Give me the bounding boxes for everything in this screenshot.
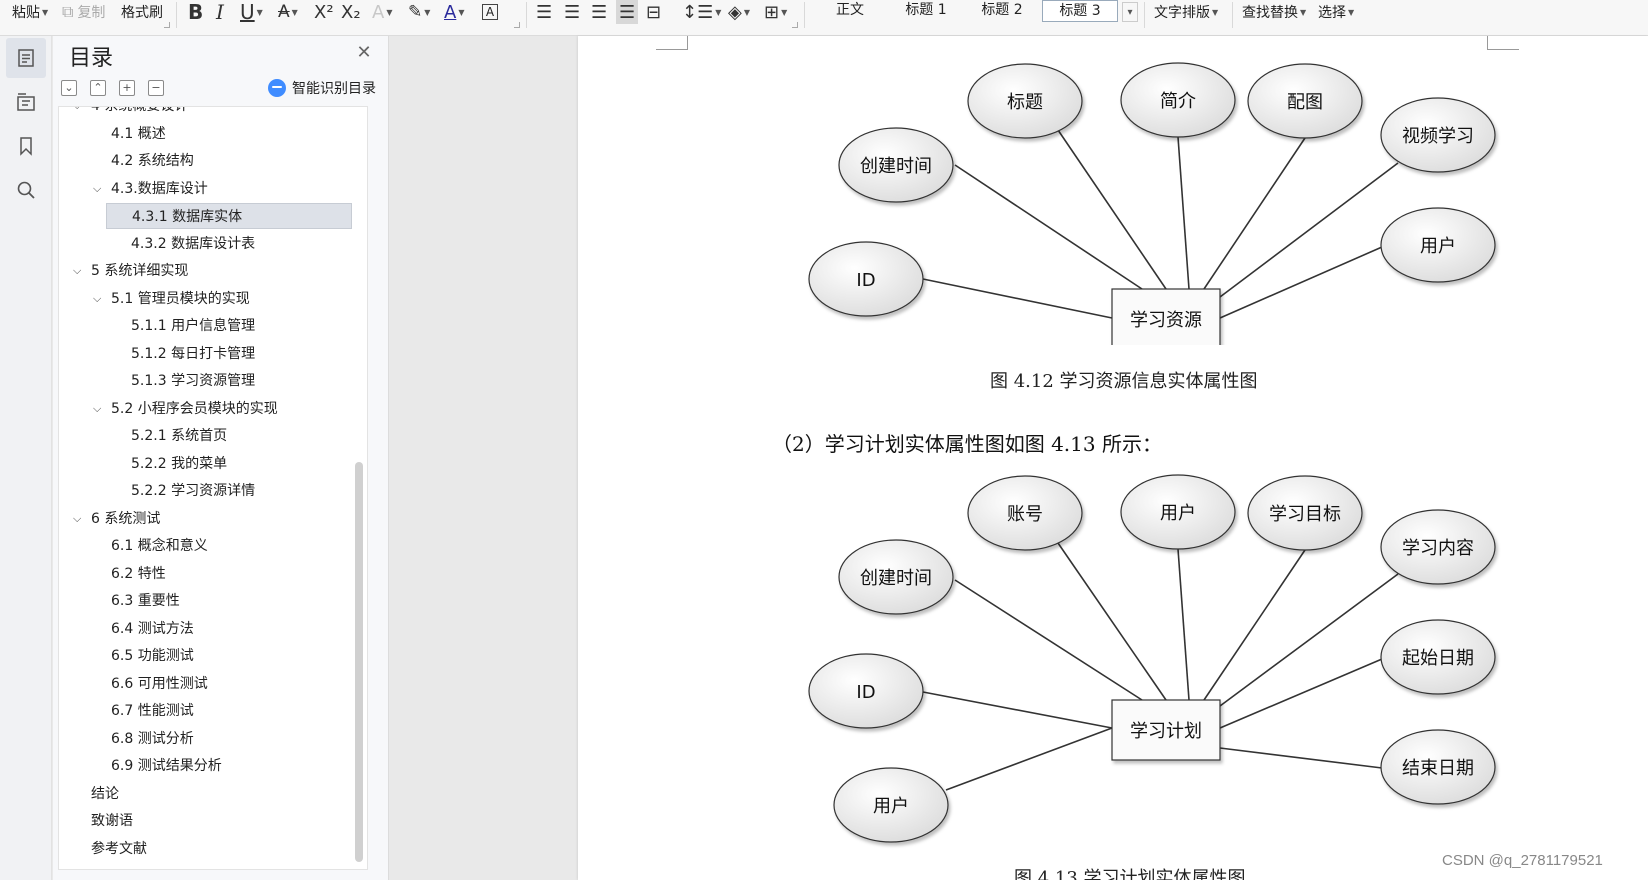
relation-line bbox=[1203, 549, 1306, 701]
relation-line bbox=[1177, 548, 1190, 701]
attribute-label: 起始日期 bbox=[1402, 648, 1474, 669]
attribute-label: ID bbox=[856, 682, 875, 703]
relation-line bbox=[945, 727, 1113, 791]
entity-label: 学习计划 bbox=[1130, 721, 1202, 742]
relation-line bbox=[1219, 747, 1383, 769]
attribute-label: 结束日期 bbox=[1402, 758, 1474, 779]
attribute-label: 学习目标 bbox=[1269, 504, 1341, 525]
relation-line bbox=[954, 579, 1143, 701]
watermark: CSDN @q_2781179521 bbox=[1442, 852, 1603, 869]
figure-caption: 图 4.13 学习计划实体属性图 bbox=[1014, 868, 1246, 880]
attribute-label: 用户 bbox=[873, 796, 909, 817]
relation-line bbox=[1219, 658, 1383, 729]
attribute-label: 账号 bbox=[1007, 504, 1043, 525]
relation-line bbox=[922, 691, 1113, 729]
er-diagram-learning-plan: 创建时间账号 用户 学习目标学习内容ID起始日期结束日期用户学习计划 bbox=[808, 474, 1496, 843]
relation-line bbox=[1219, 573, 1399, 707]
attribute-label: 用户 bbox=[1160, 503, 1196, 524]
attribute-label: 学习内容 bbox=[1402, 538, 1474, 559]
attribute-label: 创建时间 bbox=[860, 568, 932, 589]
relation-line bbox=[1057, 542, 1167, 701]
